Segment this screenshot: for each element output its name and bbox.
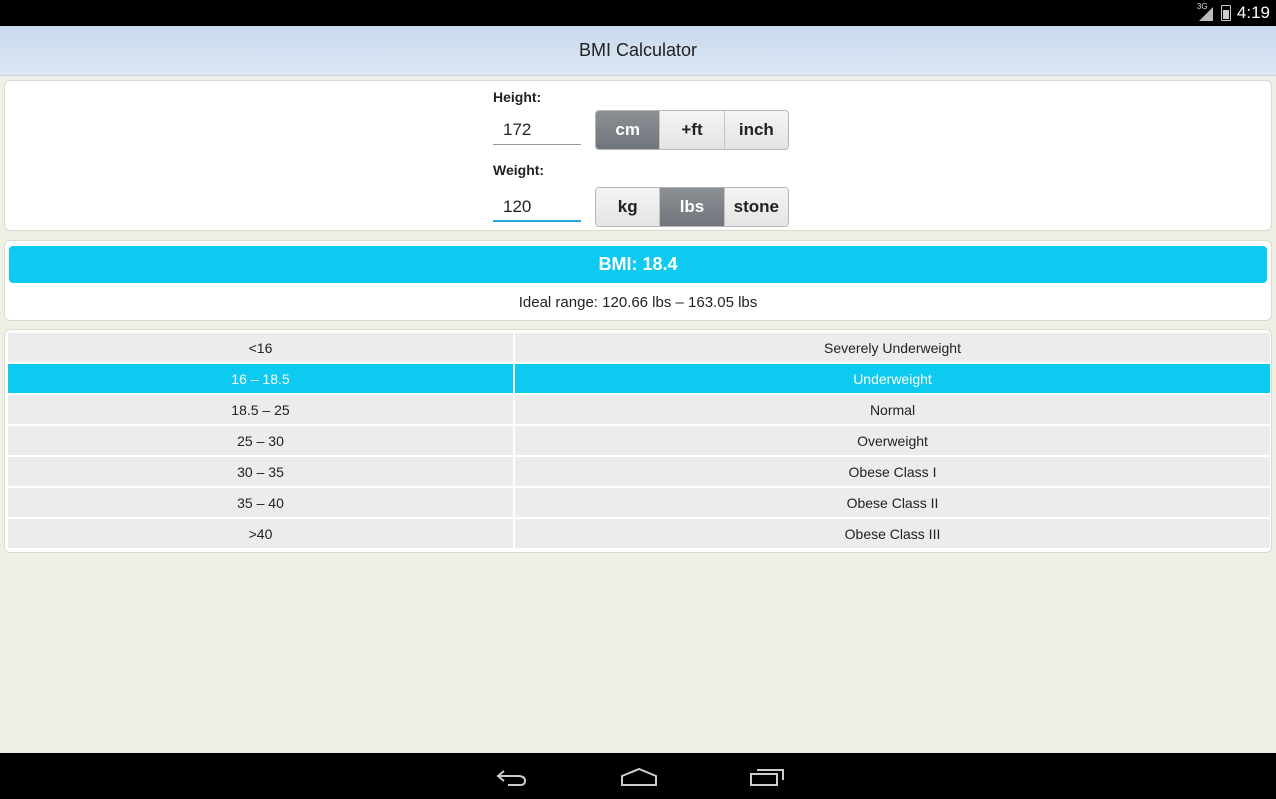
weight-input[interactable]: 120 (493, 192, 581, 222)
battery-icon (1220, 5, 1231, 21)
height-input[interactable]: 172 (493, 115, 581, 145)
bmi-category-cell: Obese Class II (515, 488, 1270, 517)
home-icon[interactable] (619, 765, 659, 789)
bmi-category-table: <16 Severely Underweight 16 – 18.5 Underwei… (8, 333, 1270, 550)
bmi-range-cell: 16 – 18.5 (8, 364, 513, 393)
bmi-category-cell: Underweight (515, 364, 1270, 393)
bmi-range-cell: 35 – 40 (8, 488, 513, 517)
input-panel: Height: 172 cm +ft inch Weight: 120 kg lbs s… (4, 80, 1272, 231)
table-row: 18.5 – 25 Normal (8, 395, 1270, 424)
bmi-category-cell: Overweight (515, 426, 1270, 455)
bmi-value: BMI: 18.4 (598, 254, 678, 274)
height-unit-ft-button[interactable]: +ft (660, 111, 725, 149)
status-time: 4:19 (1236, 3, 1270, 22)
status-bar: 3G 4:19 (0, 0, 1276, 26)
result-panel: BMI: 18.4 Ideal range: 120.66 lbs – 163.… (4, 240, 1272, 321)
app-header: BMI Calculator (0, 26, 1276, 76)
bmi-category-cell: Obese Class III (515, 519, 1270, 548)
table-row: 35 – 40 Obese Class II (8, 488, 1270, 517)
status-icons: 3G 4:19 (1196, 2, 1270, 23)
weight-unit-lbs-button[interactable]: lbs (660, 188, 725, 226)
table-row: <16 Severely Underweight (8, 333, 1270, 362)
bmi-range-cell: >40 (8, 519, 513, 548)
bmi-category-table-panel: <16 Severely Underweight 16 – 18.5 Underwei… (4, 329, 1272, 553)
table-row: >40 Obese Class III (8, 519, 1270, 548)
table-row: 25 – 30 Overweight (8, 426, 1270, 455)
bmi-range-cell: 25 – 30 (8, 426, 513, 455)
page-title: BMI Calculator (578, 40, 698, 60)
bmi-range-cell: 18.5 – 25 (8, 395, 513, 424)
weight-unit-kg-button[interactable]: kg (596, 188, 661, 226)
ideal-range-text: Ideal range: 120.66 lbs – 163.05 lbs (518, 294, 758, 311)
height-unit-cm-button[interactable]: cm (596, 111, 661, 149)
weight-unit-selector: kg lbs stone (595, 187, 789, 227)
weight-label: Weight: (493, 162, 545, 178)
height-label: Height: (493, 89, 542, 105)
bmi-range-cell: <16 (8, 333, 513, 362)
height-unit-selector: cm +ft inch (595, 110, 789, 150)
weight-unit-stone-button[interactable]: stone (724, 188, 788, 226)
signal-icon: 3G (1196, 2, 1215, 22)
bmi-result-bar: BMI: 18.4 (9, 246, 1267, 283)
navigation-bar (0, 753, 1276, 799)
network-type-label: 3G (1196, 2, 1208, 11)
bmi-range-cell: 30 – 35 (8, 457, 513, 486)
bmi-category-cell: Obese Class I (515, 457, 1270, 486)
bmi-category-cell: Severely Underweight (515, 333, 1270, 362)
table-row: 16 – 18.5 Underweight (8, 364, 1270, 393)
bmi-category-cell: Normal (515, 395, 1270, 424)
back-icon[interactable] (491, 765, 531, 789)
recent-apps-icon[interactable] (747, 765, 787, 789)
table-row: 30 – 35 Obese Class I (8, 457, 1270, 486)
height-unit-inch-button[interactable]: inch (724, 111, 788, 149)
